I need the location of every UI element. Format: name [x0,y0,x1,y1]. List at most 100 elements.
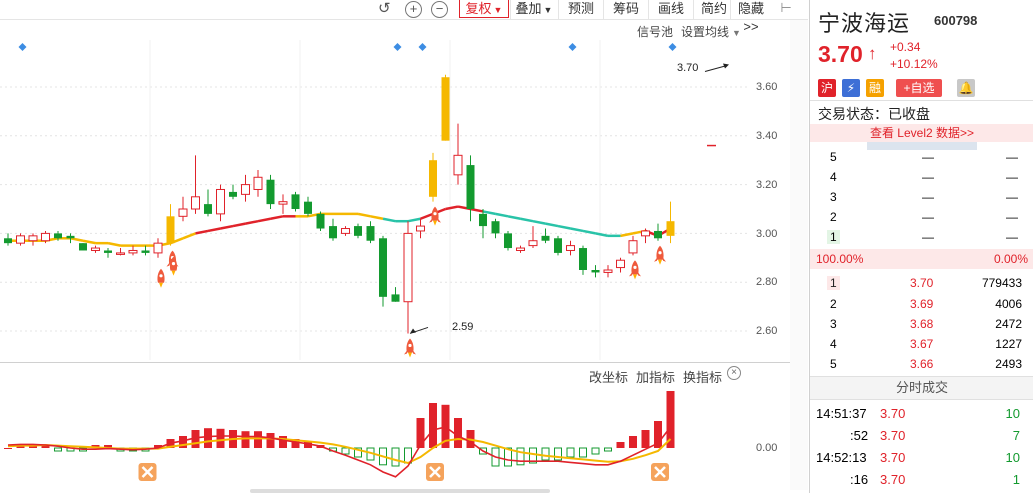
candle-body [128,249,138,254]
candle-body [341,228,350,234]
buy-ratio: 100.00% [816,252,864,266]
yincang-button[interactable]: 隐藏>> [730,0,771,34]
buy-level-row: 1 3.70 779433 [810,273,1033,293]
candle-body [429,160,437,197]
y-tick: 2.80 [756,276,778,288]
candle-body [291,194,300,209]
signal-diamond [18,43,27,51]
cross-signal-icon [138,463,157,481]
price-cell: — [922,150,934,164]
ma-line-segment [245,219,259,225]
candle-body [266,179,275,205]
trade-time: :16 [850,472,869,487]
trade-time: 14:52:13 [816,450,867,465]
macd-bar [429,403,437,448]
y-tick: 3.00 [756,228,778,240]
scrollbar[interactable] [250,489,550,493]
candle-body [79,243,87,251]
candle-body [566,245,575,251]
ma-line-segment [520,217,534,223]
vol-cell: 2472 [995,317,1022,331]
ma-line-segment [507,215,521,220]
fuquan-dropdown[interactable]: 复权 ▼ [459,0,509,18]
trade-row: 14:51:37 3.70 10 [810,403,1033,423]
level2-link[interactable]: 查看 Level2 数据>> [810,124,1033,142]
annotation-arrow [704,64,728,72]
set-ma-link[interactable]: 设置均线 ▼ [681,23,741,40]
candle-body [116,252,125,255]
candle-body [441,77,450,141]
huaxian-button[interactable]: 画线 [648,0,693,19]
chouma-button[interactable]: 筹码 [603,0,648,19]
zoom-out-icon[interactable]: − [431,1,448,18]
macd-bar [216,428,225,448]
ma-line-segment [357,212,371,218]
ma-line-segment [70,237,84,242]
candle-body [654,230,662,239]
pin-icon[interactable]: ⊢ [778,0,794,18]
trade-price: 3.70 [880,472,906,487]
trade-time: :52 [850,428,869,443]
jianyue-button[interactable]: 简约 [693,0,734,19]
rocket-window [171,262,176,266]
price-change: +0.34 [890,40,921,54]
signal-diamond [668,43,677,51]
macd-chart[interactable] [0,382,750,492]
rocket-flame [658,259,662,265]
ma-line-segment [620,232,634,238]
rocket-window [408,343,412,348]
ma-line-segment [207,227,221,233]
price-cell: 3.66 [910,357,934,371]
ma-line-segment [270,215,284,220]
candle-body [91,247,100,251]
candle-body [16,235,25,244]
candle-body [216,188,225,215]
undo-icon[interactable]: ↺ [378,0,391,20]
trade-price: 3.70 [880,428,906,443]
sell-level-row: 5 — — [810,147,1033,167]
candle-body [354,226,362,236]
macd-bar [279,436,287,448]
status-value: 已收盘 [888,106,930,122]
candle-body [628,240,638,254]
buy-level-row: 3 3.68 2472 [810,314,1033,334]
sell-level-row: 1 — — [810,227,1033,247]
close-indicator-icon[interactable]: × [727,366,741,380]
candle-body [366,226,375,241]
signal-pool-link[interactable]: 信号池 [637,23,673,40]
candle-body [579,248,587,270]
rocket-signal-icon [404,338,416,358]
candle-body [54,233,62,239]
zoom-in-icon[interactable]: + [405,1,422,18]
ma-line-segment [532,219,546,225]
candle-body [516,247,525,251]
yuce-button[interactable]: 预测 [558,0,603,19]
ma-line-segment [470,207,484,213]
diejia-dropdown[interactable]: 叠加 ▼ [510,0,557,19]
rocket-signal-icon [157,268,165,288]
macd-bar [641,430,650,448]
diejia-label: 叠加 [515,1,542,16]
macd-bar [516,447,525,466]
candle-body [104,250,112,253]
candle-body [141,250,150,253]
rocket-signal-icon [629,260,641,280]
price-cell: — [922,170,934,184]
level-num: 2 [830,210,837,224]
macd-bar [54,447,62,452]
ma-line-segment [232,222,246,228]
scrollbar-track-right [790,20,808,490]
add-watchlist-button[interactable]: +自选 [896,79,942,97]
alarm-bell-icon[interactable]: 🔔 [957,79,975,97]
ma-line-segment [482,210,496,216]
macd-bar [416,418,425,448]
macd-bar [4,448,12,449]
chart-toolbar: ↺ + − 复权 ▼ 叠加 ▼ 预测 筹码 画线 简约 隐藏>> ⊢ [370,0,808,34]
level-num: 5 [830,150,837,164]
vol-cell: — [1006,230,1018,244]
dif-line [7,426,672,478]
caret-down-icon: ▼ [732,28,741,38]
buy-level-row: 5 3.66 2493 [810,354,1033,374]
candlestick-chart[interactable] [0,40,750,360]
candle-body [591,270,600,273]
